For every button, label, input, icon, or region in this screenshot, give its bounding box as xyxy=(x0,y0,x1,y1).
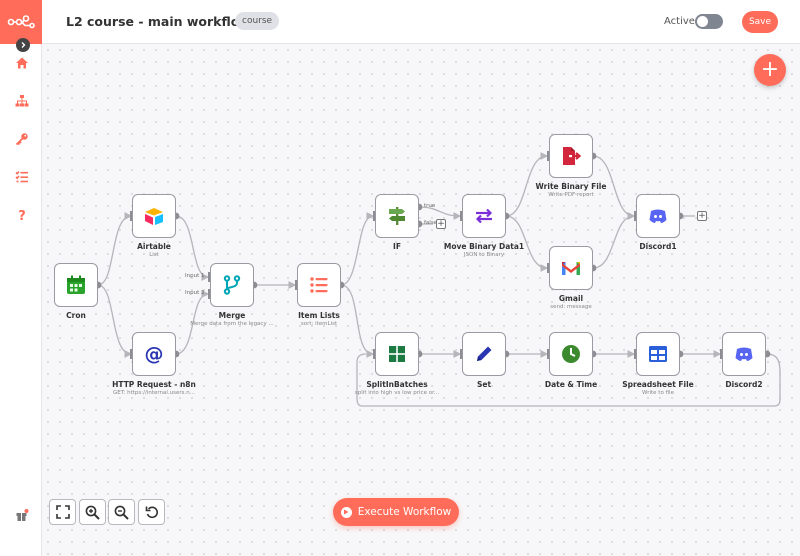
node-item-lists[interactable] xyxy=(297,263,341,307)
active-toggle[interactable] xyxy=(695,14,723,29)
node-http-request[interactable]: @ xyxy=(132,332,176,376)
node-gmail[interactable] xyxy=(549,246,593,290)
zoom-out-button[interactable] xyxy=(108,499,135,525)
node-airtable[interactable] xyxy=(132,194,176,238)
workflow-header: L2 course - main workflow 2/3 course Act… xyxy=(42,0,800,44)
node-discord2-title: Discord2 xyxy=(725,380,763,389)
node-spreadsheet-file-subtitle: Write to file xyxy=(642,390,674,396)
node-spreadsheet-file[interactable] xyxy=(636,332,680,376)
node-airtable-title: Airtable xyxy=(137,242,171,251)
sidebar-item-home[interactable] xyxy=(12,53,32,73)
sidebar-collapse-button[interactable] xyxy=(16,38,30,52)
zoom-in-icon xyxy=(85,505,100,520)
toggle-knob xyxy=(697,16,708,27)
node-move-binary-data1[interactable] xyxy=(462,194,506,238)
gmail-icon xyxy=(562,262,580,275)
sidebar-item-help[interactable]: ? xyxy=(12,205,32,225)
home-icon xyxy=(16,57,28,69)
sidebar-item-workflows[interactable] xyxy=(12,91,32,111)
zoom-in-button[interactable] xyxy=(79,499,106,525)
svg-text:@: @ xyxy=(145,343,164,365)
sidebar: ? xyxy=(0,0,42,556)
node-split-in-batches-subtitle: split into high vs low price or... xyxy=(354,390,440,396)
node-date-time[interactable] xyxy=(549,332,593,376)
grid-icon xyxy=(389,346,405,362)
node-merge[interactable] xyxy=(210,263,254,307)
add-node-button[interactable]: + xyxy=(754,54,786,86)
tasks-icon xyxy=(15,170,28,183)
sidebar-item-credentials[interactable] xyxy=(12,129,32,149)
node-discord1[interactable] xyxy=(636,194,680,238)
chevron-right-icon xyxy=(21,42,26,48)
workflow-tag[interactable]: course xyxy=(235,12,280,30)
node-http-request-title: HTTP Request - n8n xyxy=(112,380,196,389)
node-move-binary-data1-title: Move Binary Data1 xyxy=(443,242,525,251)
node-gmail-title: Gmail xyxy=(558,294,584,303)
calendar-icon xyxy=(67,275,85,294)
if-true-label: true xyxy=(424,203,436,209)
node-airtable-subtitle: List xyxy=(149,252,159,258)
node-move-binary-data1-subtitle: JSON to Binary xyxy=(463,252,505,258)
reset-zoom-button[interactable] xyxy=(138,499,165,525)
reset-zoom-icon xyxy=(145,506,158,519)
gift-icon xyxy=(16,509,29,521)
merge-input1-label: Input 1 xyxy=(185,273,205,279)
network-icon xyxy=(15,95,29,107)
node-discord1-title: Discord1 xyxy=(639,242,677,251)
discord-icon xyxy=(649,209,667,223)
save-button[interactable]: Save xyxy=(742,11,778,33)
node-write-binary-file-title: Write Binary File xyxy=(535,182,607,191)
active-label: Active: xyxy=(664,16,699,27)
node-set[interactable] xyxy=(462,332,506,376)
discord1-add-node-button[interactable]: + xyxy=(697,211,707,221)
discord-icon xyxy=(735,347,753,361)
node-gmail-subtitle: send: message xyxy=(550,304,592,310)
fit-view-icon xyxy=(55,505,70,519)
key-icon xyxy=(15,133,28,146)
execute-workflow-button[interactable]: Execute Workflow xyxy=(333,498,459,526)
node-http-request-subtitle: GET: https://internal.users.n... xyxy=(112,390,195,396)
workflow-canvas[interactable] xyxy=(42,44,800,556)
table-icon xyxy=(649,346,667,362)
arrows-swap-icon xyxy=(475,208,493,224)
sidebar-item-whats-new[interactable] xyxy=(12,505,32,525)
play-icon xyxy=(340,506,352,518)
help-icon: ? xyxy=(18,209,26,222)
pen-icon xyxy=(477,346,492,361)
svg-text:?: ? xyxy=(18,209,26,222)
node-item-lists-subtitle: sort: itemList xyxy=(300,321,338,327)
sidebar-item-executions[interactable] xyxy=(12,167,32,187)
list-icon xyxy=(310,277,328,293)
node-write-binary-file[interactable] xyxy=(549,134,593,178)
node-split-in-batches[interactable] xyxy=(375,332,419,376)
zoom-out-icon xyxy=(114,505,129,520)
execute-workflow-label: Execute Workflow xyxy=(357,506,452,518)
node-discord2[interactable] xyxy=(722,332,766,376)
merge-input2-label: Input 2 xyxy=(185,290,205,296)
node-item-lists-title: Item Lists xyxy=(298,311,340,320)
node-if[interactable] xyxy=(375,194,419,238)
node-cron[interactable] xyxy=(54,263,98,307)
node-cron-title: Cron xyxy=(66,311,86,320)
zoom-to-fit-button[interactable] xyxy=(49,499,76,525)
merge-icon xyxy=(223,275,241,295)
airtable-icon xyxy=(145,208,163,225)
if-false-add-node-button[interactable]: + xyxy=(436,219,446,229)
node-write-binary-file-subtitle: Write PDF report xyxy=(548,192,594,198)
clock-icon xyxy=(562,345,580,363)
file-export-icon xyxy=(563,147,582,165)
signpost-icon xyxy=(389,207,405,225)
n8n-logo-icon xyxy=(7,15,35,29)
at-icon: @ xyxy=(145,343,164,365)
